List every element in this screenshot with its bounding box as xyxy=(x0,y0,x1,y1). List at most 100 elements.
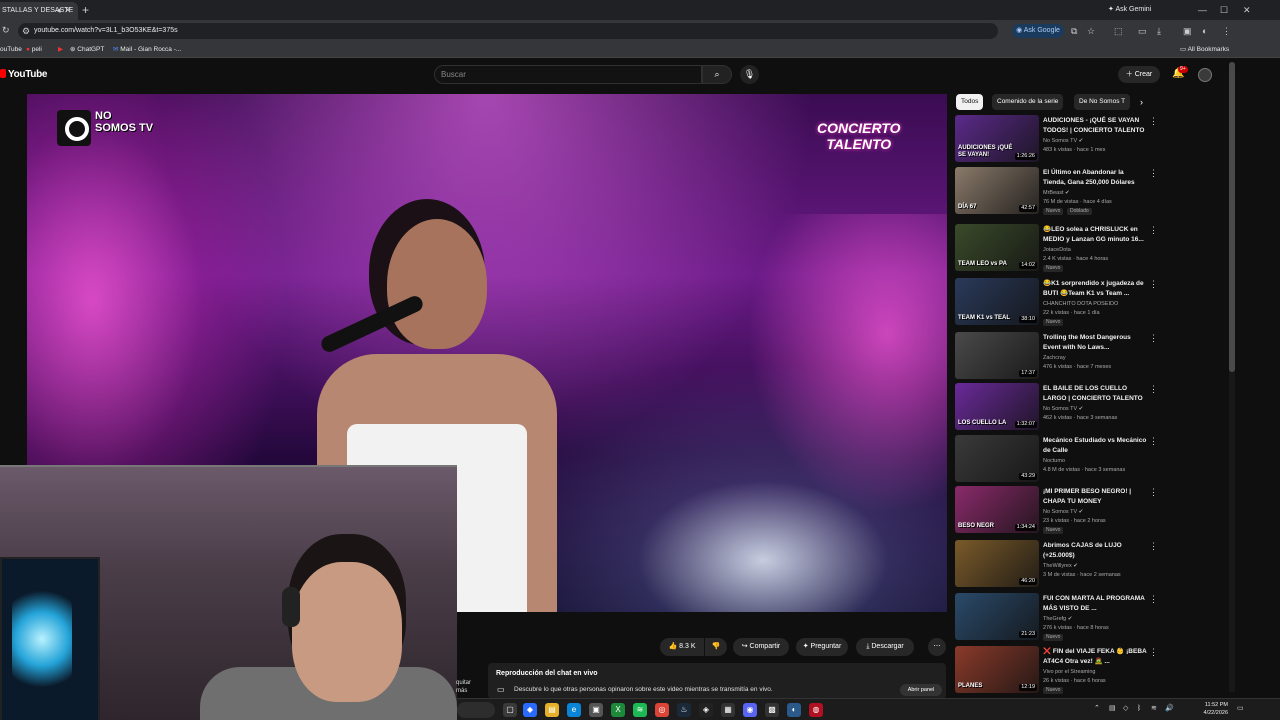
channel-name[interactable]: No Somos TV ✔ xyxy=(1043,137,1083,145)
store-icon[interactable]: ▣ xyxy=(589,703,603,717)
channel-name[interactable]: Zachcray xyxy=(1043,354,1066,362)
more-vertical-icon[interactable]: ⋮ xyxy=(1149,488,1158,497)
new-tab-button[interactable]: + xyxy=(82,3,89,17)
xbox-icon[interactable]: X xyxy=(611,703,625,717)
notification-center-icon[interactable]: ▭ xyxy=(1237,704,1244,714)
list-item[interactable]: 17:37 Trolling the Most Dangerous Event w… xyxy=(955,332,1160,381)
discord-icon[interactable]: ◉ xyxy=(743,703,757,717)
open-panel-button[interactable]: Abrir panel xyxy=(900,684,942,696)
create-button[interactable]: ＋ Crear xyxy=(1118,66,1160,83)
list-item[interactable]: TEAM LEO vs PA 14:02 😂LEO solea a CHRISLUC… xyxy=(955,224,1160,273)
video-thumbnail[interactable]: 46:20 xyxy=(955,540,1039,587)
file-explorer-icon[interactable]: ▤ xyxy=(545,703,559,717)
channel-name[interactable]: No Somos TV ✔ xyxy=(1043,405,1083,413)
video-thumbnail[interactable]: 21:23 xyxy=(955,593,1039,640)
more-vertical-icon[interactable]: ⋮ xyxy=(1149,226,1158,235)
youtube-logo[interactable]: YouTube xyxy=(0,69,48,80)
video-thumbnail[interactable]: 17:37 xyxy=(955,332,1039,379)
bluetooth-icon[interactable]: ᛒ xyxy=(1137,704,1141,714)
bookmark-chatgpt[interactable]: ⊛ ChatGPT xyxy=(70,42,104,58)
more-vertical-icon[interactable]: ⋮ xyxy=(1149,169,1158,178)
list-item[interactable]: 43:29 Mecánico Estudiado vs Mecánico de C… xyxy=(955,435,1160,484)
chip-todos[interactable]: Todos xyxy=(956,94,984,110)
copilot-icon[interactable]: ◆ xyxy=(523,703,537,717)
channel-name[interactable]: MrBeast ✔ xyxy=(1043,189,1070,197)
bookmark-peli[interactable]: ● peli xyxy=(26,42,42,58)
more-vertical-icon[interactable]: ⋮ xyxy=(1149,385,1158,394)
all-bookmarks[interactable]: ▭ All Bookmarks xyxy=(1180,42,1229,58)
channel-name[interactable]: JotaceDota xyxy=(1043,246,1071,254)
channel-name[interactable]: TheGrefg ✔ xyxy=(1043,615,1072,623)
search-button[interactable]: ⌕ xyxy=(702,65,732,84)
bookmark-favicon-icon[interactable]: ▶ xyxy=(58,42,63,58)
browser-menu-icon[interactable]: ⋮ xyxy=(1222,25,1231,37)
more-vertical-icon[interactable]: ⋮ xyxy=(1149,437,1158,446)
list-item[interactable]: BESO NEGR 1:34:24 ¡MI PRIMER BESO NEGRO! |… xyxy=(955,486,1160,535)
app-icon[interactable]: ▦ xyxy=(721,703,735,717)
url-field[interactable]: ⚙ youtube.com/watch?v=3L1_b3O53KE&t=375s xyxy=(18,23,998,39)
app-icon[interactable]: ▩ xyxy=(765,703,779,717)
chevron-right-icon[interactable]: › xyxy=(1140,97,1143,107)
close-tab-icon[interactable]: ✕ xyxy=(64,4,72,16)
profile-icon[interactable]: ◐ xyxy=(1202,25,1207,37)
channel-name[interactable]: CHANCHITO DOTA POSEIDO xyxy=(1043,300,1118,308)
video-thumbnail[interactable]: 43:29 xyxy=(955,435,1039,482)
dislike-button[interactable]: 👎 xyxy=(705,638,727,656)
more-vertical-icon[interactable]: ⋮ xyxy=(1149,117,1158,126)
search-input[interactable]: Buscar xyxy=(434,65,702,84)
more-vertical-icon[interactable]: ⋮ xyxy=(1149,280,1158,289)
taskbar-search[interactable] xyxy=(457,702,495,718)
extensions-icon[interactable]: ⬚ xyxy=(1114,25,1123,37)
share-button[interactable]: ↪ Compartir xyxy=(733,638,789,656)
edge-icon[interactable]: e xyxy=(567,703,581,717)
video-thumbnail[interactable]: TEAM LEO vs PA 14:02 xyxy=(955,224,1039,271)
bookmark-mail[interactable]: ✉ Mail - Gian Rocca -... xyxy=(113,42,181,58)
steam-icon[interactable]: ♨ xyxy=(677,703,691,717)
video-thumbnail[interactable]: LOS CUELLO LA 1:32:07 xyxy=(955,383,1039,430)
bookmark-star-icon[interactable]: ☆ xyxy=(1087,25,1095,37)
voice-search-button[interactable]: 🎙 xyxy=(740,65,759,84)
video-thumbnail[interactable]: AUDICIONES ¡QUÉ SE VAYAN! 1:26:26 xyxy=(955,115,1039,162)
more-vertical-icon[interactable]: ⋮ xyxy=(1149,595,1158,604)
epic-games-icon[interactable]: ◈ xyxy=(699,703,713,717)
ask-google-button[interactable]: ◉ Ask Google xyxy=(1012,24,1064,38)
list-item[interactable]: PLANES 12:19 ❌ FIN del VIAJE FEKA 👶 ¡BEBA … xyxy=(955,646,1160,695)
install-icon[interactable]: ⧉ xyxy=(1071,25,1077,37)
avatar[interactable] xyxy=(1198,68,1212,82)
channel-name[interactable]: No Somos TV ✔ xyxy=(1043,508,1083,516)
speaker-icon[interactable]: ◂ xyxy=(56,4,61,16)
list-item[interactable]: AUDICIONES ¡QUÉ SE VAYAN! 1:26:26 AUDICION… xyxy=(955,115,1160,164)
taskbar-clock[interactable]: 11:52 PM 4/22/2026 xyxy=(1184,701,1228,717)
tray-chevron-icon[interactable]: ⌃ xyxy=(1094,704,1100,714)
chip-channel[interactable]: De No Somos T xyxy=(1074,94,1131,110)
close-window-icon[interactable]: ✕ xyxy=(1243,3,1251,17)
scrollbar-thumb[interactable] xyxy=(1229,62,1235,372)
split-view-icon[interactable]: ▣ xyxy=(1183,25,1192,37)
list-item[interactable]: DÍA 67 42:57 El Último en Abandonar la Tie… xyxy=(955,167,1160,216)
reload-icon[interactable]: ↻ xyxy=(2,24,10,36)
list-item[interactable]: 46:20 Abrimos CAJAS de LUJO (+25.000$) The… xyxy=(955,540,1160,589)
more-vertical-icon[interactable]: ⋮ xyxy=(1149,542,1158,551)
like-button[interactable]: 👍 8.3 K xyxy=(660,638,704,656)
video-thumbnail[interactable]: DÍA 67 42:57 xyxy=(955,167,1039,214)
more-actions-button[interactable]: ⋯ xyxy=(928,638,946,656)
list-item[interactable]: TEAM K1 vs TEAL 38:10 😂K1 sorprendido x ju… xyxy=(955,278,1160,327)
maximize-icon[interactable]: ☐ xyxy=(1220,3,1228,17)
download-icon[interactable]: ⤓ xyxy=(1157,25,1161,37)
app-icon[interactable]: ◍ xyxy=(809,703,823,717)
chip-series[interactable]: Comenido de la serie xyxy=(992,94,1064,110)
wifi-icon[interactable]: ≋ xyxy=(1151,704,1157,714)
list-item[interactable]: LOS CUELLO LA 1:32:07 EL BAILE DE LOS CUEL… xyxy=(955,383,1160,432)
video-thumbnail[interactable]: PLANES 12:19 xyxy=(955,646,1039,693)
spotify-icon[interactable]: ≋ xyxy=(633,703,647,717)
video-thumbnail[interactable]: BESO NEGR 1:34:24 xyxy=(955,486,1039,533)
channel-name[interactable]: TheWillyrex ✔ xyxy=(1043,562,1078,570)
tray-app-icon[interactable]: ◇ xyxy=(1123,704,1128,714)
download-button[interactable]: ⤓ Descargar xyxy=(856,638,914,656)
chrome-icon[interactable]: ◎ xyxy=(655,703,669,717)
tray-app-icon[interactable]: ▤ xyxy=(1109,704,1116,714)
channel-name[interactable]: Noctumo xyxy=(1043,457,1065,465)
task-view-icon[interactable]: ▢ xyxy=(503,703,517,717)
list-item[interactable]: 21:23 FUI CON MARTA AL PROGRAMA MÁS VISTO… xyxy=(955,593,1160,642)
minimize-icon[interactable]: — xyxy=(1198,3,1207,17)
